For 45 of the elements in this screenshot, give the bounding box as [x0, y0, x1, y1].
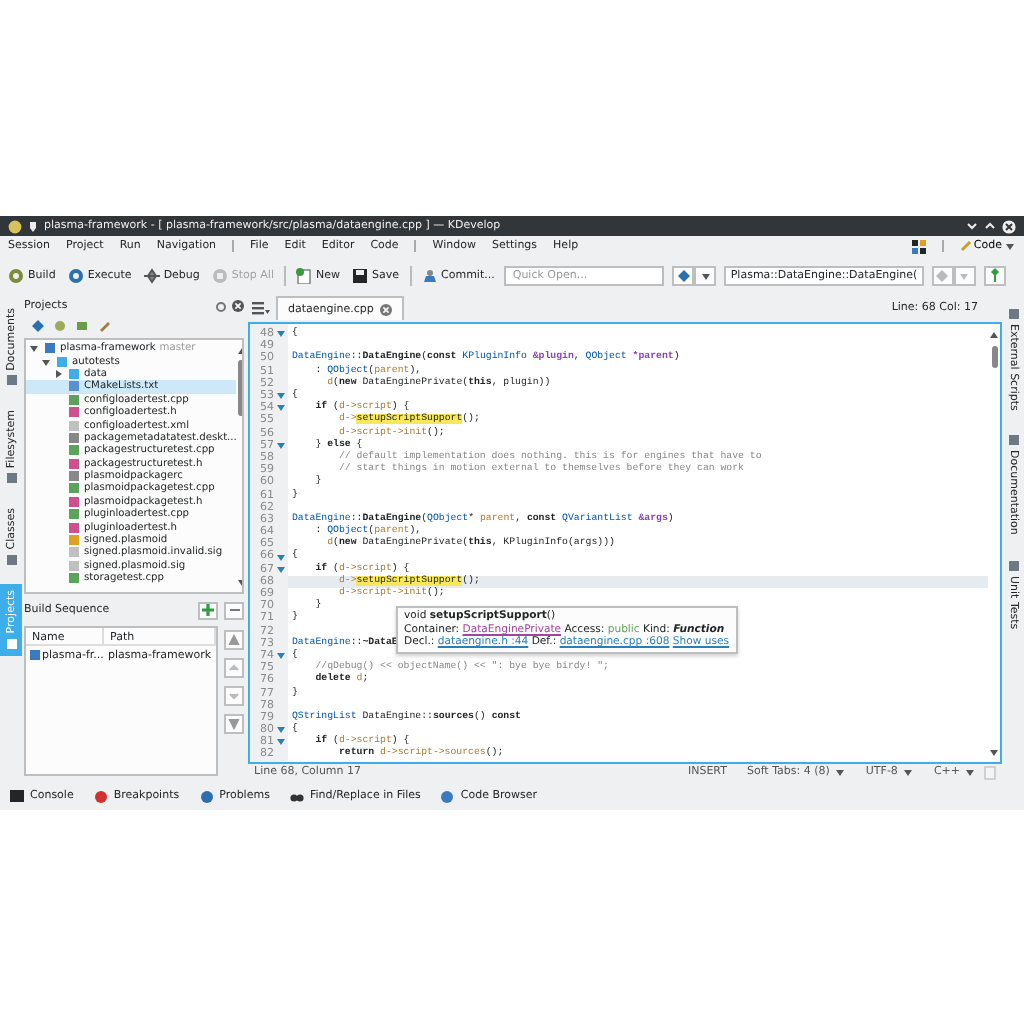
panel-icon	[5, 374, 17, 387]
panel-icon	[1007, 434, 1019, 447]
caret-icon	[1004, 240, 1016, 252]
console-icon	[10, 789, 24, 803]
breakpoint-icon	[93, 789, 108, 803]
arrow-icon	[228, 662, 240, 674]
maximize-icon[interactable]	[984, 220, 996, 232]
document-list-icon[interactable]	[252, 301, 270, 316]
pin-icon	[28, 220, 38, 232]
pencil-icon	[959, 240, 972, 252]
fold-icon[interactable]	[276, 441, 286, 450]
diamond-icon	[677, 269, 690, 281]
caret-icon	[988, 328, 1000, 341]
new-document-icon	[295, 267, 312, 283]
fold-icon[interactable]	[276, 330, 286, 339]
plus-icon	[202, 604, 214, 616]
move-bottom-button[interactable]	[224, 714, 244, 734]
navigate-button[interactable]	[672, 265, 695, 285]
pin-button[interactable]	[983, 265, 1006, 285]
project-icon	[30, 650, 40, 660]
arrow-icon	[228, 690, 240, 702]
panel-icon	[1007, 559, 1019, 572]
app-icon	[8, 219, 22, 233]
arrow-icon	[228, 718, 240, 730]
minus-icon	[229, 608, 239, 612]
panel-icon	[5, 637, 17, 650]
fold-icon[interactable]	[276, 652, 286, 661]
close-icon[interactable]	[1002, 219, 1016, 233]
save-icon	[351, 267, 368, 283]
add-button[interactable]	[198, 601, 218, 619]
stop-icon	[211, 267, 228, 283]
minimize-icon[interactable]	[966, 220, 978, 232]
pin-icon	[989, 268, 1000, 282]
diamond-icon	[936, 269, 949, 281]
binoculars-icon	[289, 789, 304, 803]
move-top-button[interactable]	[224, 630, 244, 650]
caret-icon	[699, 269, 712, 281]
panel-icon	[5, 472, 17, 485]
caret-icon	[958, 269, 971, 281]
grid-icon[interactable]	[911, 239, 926, 253]
dropdown-button[interactable]	[694, 265, 717, 285]
panel-icon	[1007, 308, 1019, 320]
remove-button[interactable]	[224, 601, 244, 619]
arrow-icon	[228, 634, 240, 646]
panel-icon	[5, 554, 17, 567]
